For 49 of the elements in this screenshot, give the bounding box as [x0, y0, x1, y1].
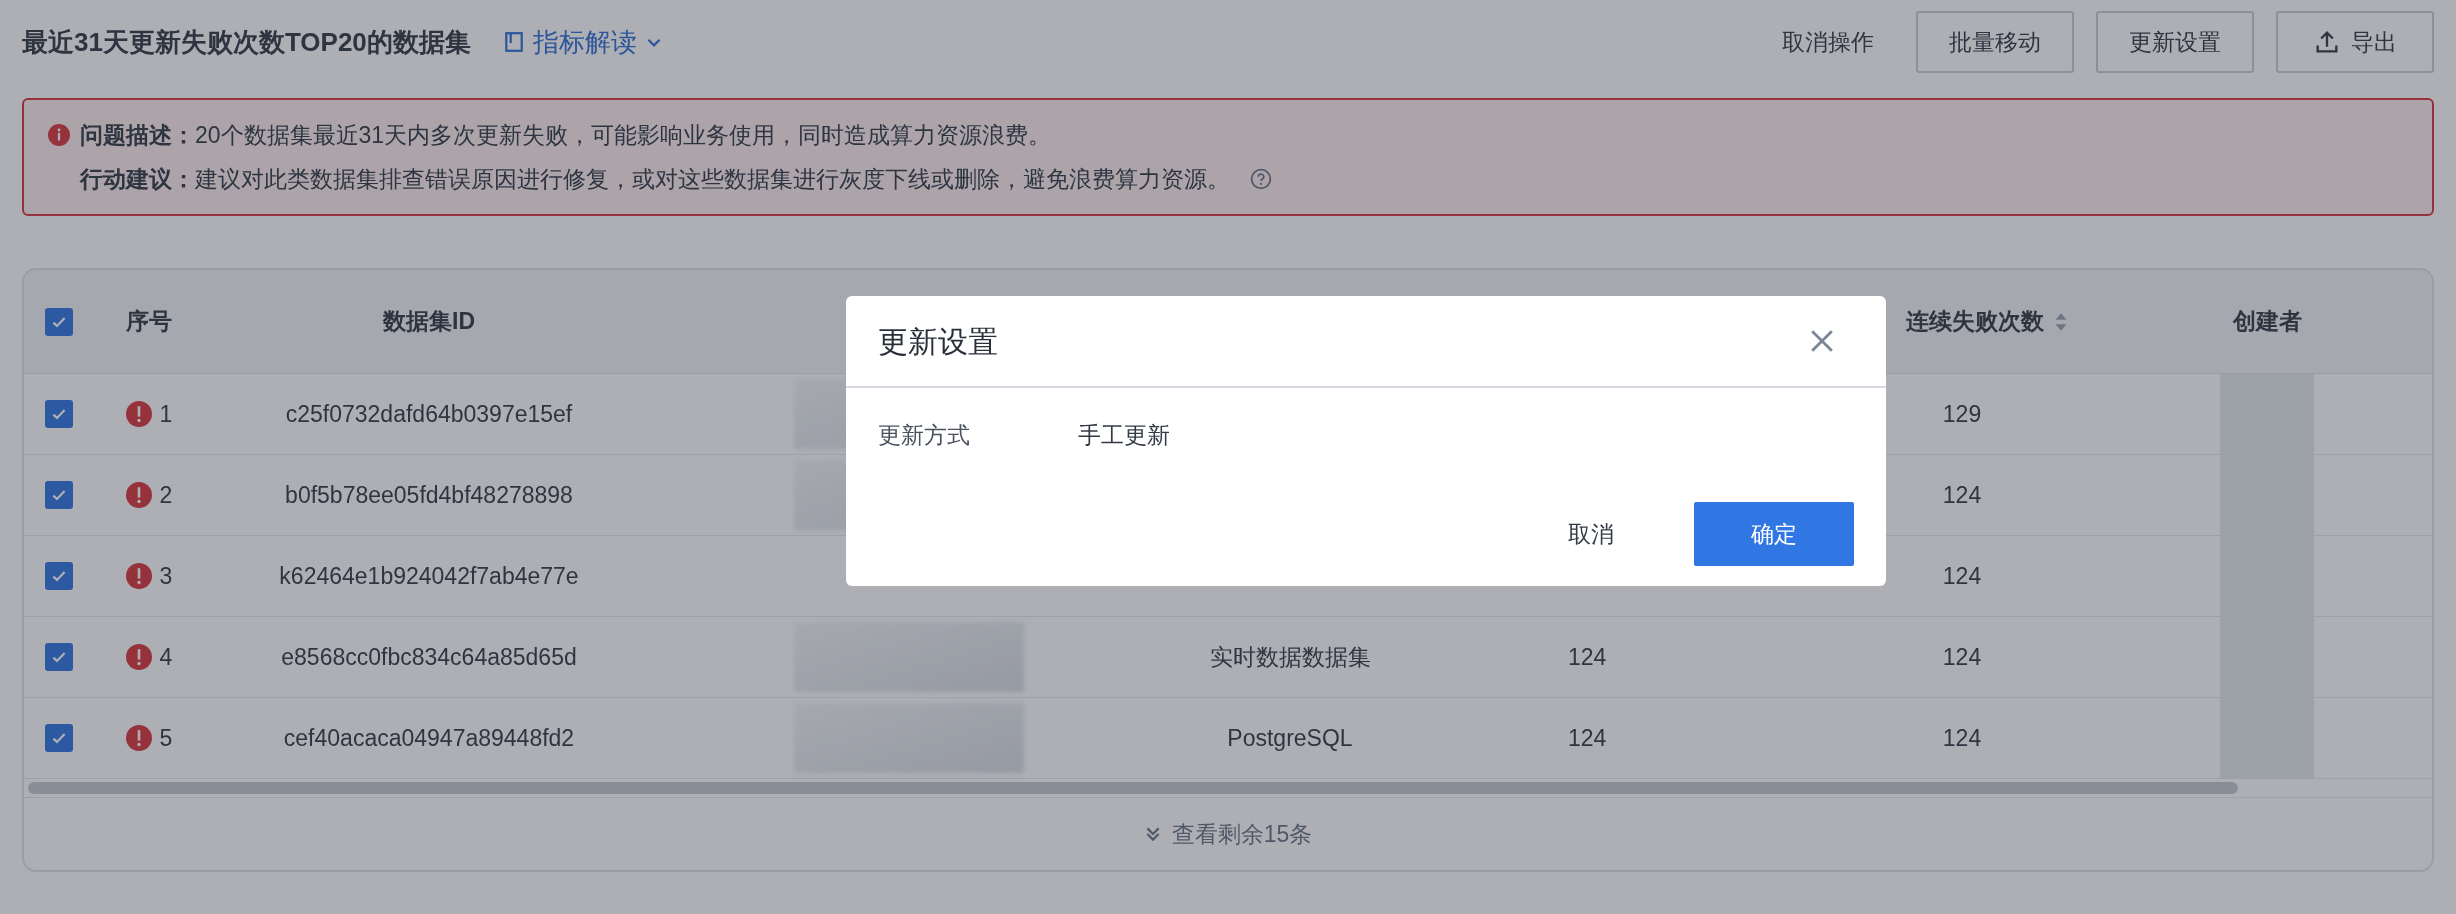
dataset-id: e8568cc0fbc834c64a85d65d [281, 642, 577, 672]
row-index: 4 [159, 642, 173, 672]
failure-count: 124 [1942, 642, 1982, 672]
table-cell-text: PostgreSQL [1227, 723, 1353, 753]
toolbar-button[interactable]: 批量移动 [1916, 11, 2074, 73]
table-cell-text: 实时数据数据集 [1209, 642, 1371, 672]
toolbar-button[interactable]: 更新设置 [2096, 11, 2254, 73]
help-icon[interactable] [1250, 168, 1272, 191]
table-cell-text: 124 [1568, 723, 1607, 753]
checkbox[interactable] [45, 562, 73, 590]
book-icon [502, 31, 525, 53]
dataset-id: cef40acaca04947a89448fd2 [283, 723, 575, 753]
column-header: 序号 [126, 307, 172, 337]
metric-link[interactable]: 指标解读 [502, 22, 663, 62]
export-button[interactable]: 导出 [2276, 11, 2434, 73]
alert-label: 问题描述： [80, 120, 195, 150]
row-index: 5 [159, 723, 173, 753]
column-header: 连续失败次数 [1906, 307, 2044, 337]
row-index: 1 [159, 399, 173, 429]
failure-count: 129 [1942, 399, 1982, 429]
cancel-action-button[interactable]: 取消操作 [1762, 11, 1894, 73]
error-icon [48, 123, 70, 146]
column-header: 数据集ID [383, 307, 475, 337]
scrollbar[interactable] [28, 782, 2238, 794]
failure-count: 124 [1942, 723, 1982, 753]
row-index: 3 [159, 561, 173, 591]
dataset-id: c25f0732dafd64b0397e15ef [285, 399, 573, 429]
dialog-title: 更新设置 [878, 323, 998, 360]
cancel-button[interactable]: 取消 [1528, 502, 1654, 566]
checkbox[interactable] [45, 307, 73, 336]
alert-label: 行动建议： [80, 165, 195, 194]
failure-count: 124 [1942, 480, 1982, 510]
failure-count: 124 [1942, 561, 1982, 591]
field-value: 手工更新 [1078, 421, 1170, 450]
confirm-button[interactable]: 确定 [1694, 502, 1854, 566]
alert-text: 20个数据集最近31天内多次更新失败，可能影响业务使用，同时造成算力资源浪费。 [195, 120, 1052, 150]
row-index: 2 [159, 480, 173, 510]
checkbox[interactable] [45, 481, 73, 509]
checkbox[interactable] [45, 724, 73, 752]
show-more-link[interactable]: 查看剩余15条 [1143, 816, 1313, 852]
checkbox[interactable] [45, 400, 73, 428]
column-header: 创建者 [2232, 307, 2302, 337]
checkbox[interactable] [45, 643, 73, 671]
table-cell-text: 124 [1568, 642, 1607, 672]
alert-text: 建议对此类数据集排查错误原因进行修复，或对这些数据集进行灰度下线或删除，避免浪费算力资源。 [195, 165, 1230, 194]
page-title: 最近31天更新失败次数TOP20的数据集 [22, 25, 471, 59]
dataset-id: k62464e1b924042f7ab4e77e [279, 561, 579, 591]
dataset-id: b0f5b78ee05fd4bf48278898 [285, 480, 573, 510]
field-label: 更新方式 [878, 421, 971, 450]
